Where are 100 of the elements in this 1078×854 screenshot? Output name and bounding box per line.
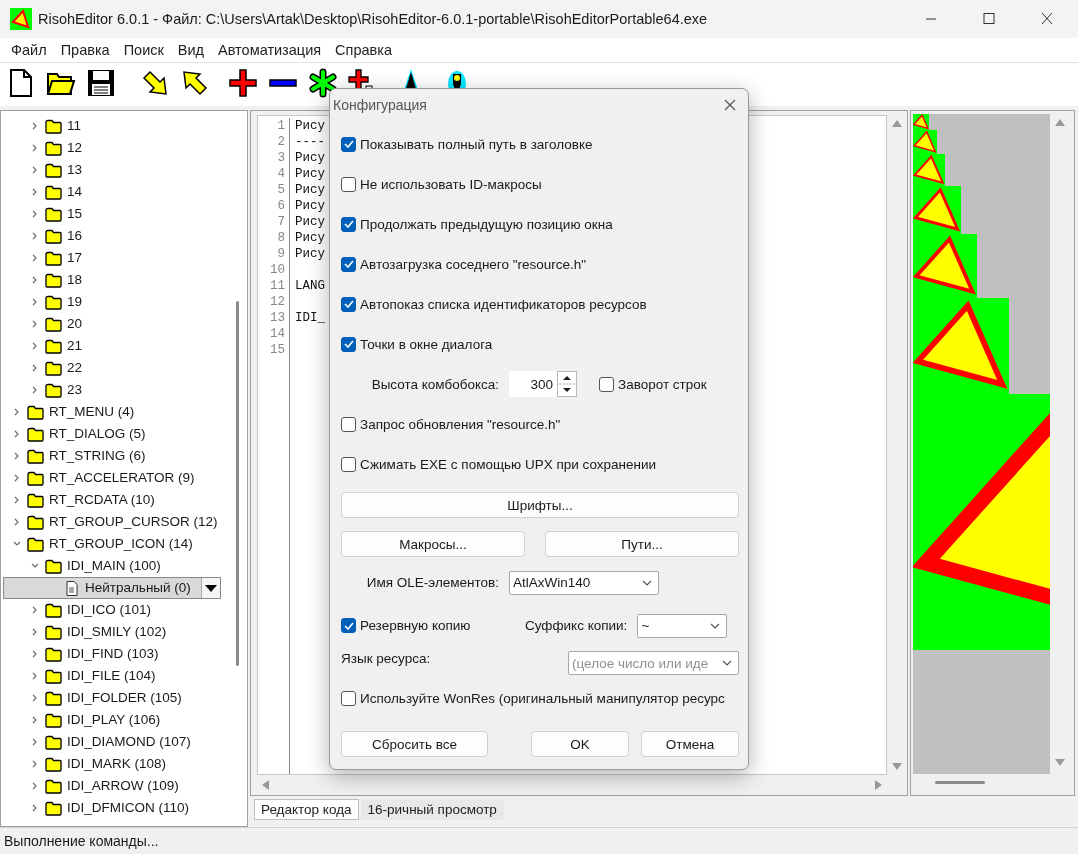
dialog-button[interactable]: OK: [531, 731, 629, 757]
folder-icon: [45, 756, 62, 772]
tree-item[interactable]: IDI_ICO (101): [3, 599, 221, 621]
tree-item[interactable]: 11: [3, 115, 221, 137]
tree-item[interactable]: IDI_ARROW (109): [3, 775, 221, 797]
line-number: 11: [270, 278, 285, 294]
tree-item[interactable]: IDI_FIND (103): [3, 643, 221, 665]
tree-item[interactable]: 16: [3, 225, 221, 247]
number-field[interactable]: 300: [509, 371, 557, 397]
field-label: Суффикс копии:: [525, 618, 628, 633]
menu-item[interactable]: Автоматизация: [211, 42, 329, 58]
asterisk-icon[interactable]: [308, 68, 338, 98]
tree-item[interactable]: 13: [3, 159, 221, 181]
checkbox[interactable]: [599, 376, 614, 392]
checkbox[interactable]: [341, 690, 356, 706]
folder-icon: [45, 646, 62, 662]
tree-item[interactable]: IDI_FOLDER (105): [3, 687, 221, 709]
checkbox[interactable]: [341, 618, 356, 633]
checkbox-label: Резервную копию: [360, 618, 472, 633]
code-line: Рису: [295, 166, 325, 182]
checkbox[interactable]: [341, 336, 356, 352]
checkbox[interactable]: [341, 456, 356, 472]
close-icon[interactable]: [724, 99, 736, 111]
menu-item[interactable]: Вид: [170, 42, 212, 58]
folder-icon: [45, 140, 62, 156]
code-line: Рису: [295, 150, 325, 166]
tree-item[interactable]: IDI_SMILY (102): [3, 621, 221, 643]
checkbox-label: Запрос обновления "resource.h": [360, 416, 561, 432]
line-number: 14: [270, 326, 285, 342]
menu-item[interactable]: Справка: [328, 42, 399, 58]
checkbox-label: Автопоказ списка идентификаторов ресурсов: [360, 296, 647, 312]
checkbox[interactable]: [341, 136, 356, 152]
tree-item[interactable]: RT_DIALOG (5): [3, 423, 221, 445]
tree-item[interactable]: IDI_MAIN (100): [3, 555, 221, 577]
arrow-up-left-icon[interactable]: [180, 68, 210, 98]
tree-item[interactable]: 20: [3, 313, 221, 335]
checkbox-label: Точки в окне диалога: [360, 336, 493, 352]
tree-item[interactable]: IDI_DFMICON (110): [3, 797, 221, 819]
tree-item[interactable]: IDI_DIAMOND (107): [3, 731, 221, 753]
dropdown-caret-icon[interactable]: [201, 578, 220, 598]
tree-item[interactable]: 23: [3, 379, 221, 401]
tree-item[interactable]: 12: [3, 137, 221, 159]
menu-item[interactable]: Файл: [4, 42, 54, 58]
save-icon[interactable]: [86, 68, 116, 98]
checkbox[interactable]: [341, 256, 356, 272]
tree-item[interactable]: RT_MENU (4): [3, 401, 221, 423]
tree-item[interactable]: 17: [3, 247, 221, 269]
tree-item[interactable]: RT_RCDATA (10): [3, 489, 221, 511]
tree-item[interactable]: 15: [3, 203, 221, 225]
folder-icon: [45, 118, 62, 134]
checkbox[interactable]: [341, 296, 356, 312]
tree-item[interactable]: IDI_FILE (104): [3, 665, 221, 687]
tree-item[interactable]: RT_STRING (6): [3, 445, 221, 467]
tree-item[interactable]: Нейтральный (0): [3, 577, 221, 599]
line-number: 12: [270, 294, 285, 310]
tree-item[interactable]: IDI_MARK (108): [3, 753, 221, 775]
tree-item[interactable]: RT_GROUP_ICON (14): [3, 533, 221, 555]
dialog-button[interactable]: Отмена: [641, 731, 739, 757]
folder-icon: [45, 690, 62, 706]
tab[interactable]: Редактор кода: [254, 799, 359, 820]
tree-item[interactable]: IDI_PLAY (106): [3, 709, 221, 731]
line-number: 8: [277, 230, 285, 246]
dialog-button[interactable]: Пути...: [545, 531, 739, 557]
tab[interactable]: 16-ричный просмотр: [360, 799, 504, 820]
plus-icon[interactable]: [228, 68, 258, 98]
tree-item[interactable]: 21: [3, 335, 221, 357]
dropdown[interactable]: ~: [637, 613, 728, 638]
tree-item[interactable]: 14: [3, 181, 221, 203]
tree-item[interactable]: 18: [3, 269, 221, 291]
checkbox-label: Показывать полный путь в заголовке: [360, 136, 593, 152]
tree-item[interactable]: 22: [3, 357, 221, 379]
line-number: 9: [277, 246, 285, 262]
scrollbar-thumb[interactable]: [235, 301, 239, 666]
checkbox[interactable]: [341, 216, 356, 232]
menu-item[interactable]: Поиск: [116, 42, 171, 58]
scrollbar-thumb[interactable]: [935, 781, 985, 784]
checkbox[interactable]: [341, 416, 356, 432]
fonts-button[interactable]: Шрифты...: [341, 492, 739, 518]
tree-item[interactable]: 19: [3, 291, 221, 313]
code-line: Рису: [295, 246, 325, 262]
arrow-down-right-icon[interactable]: [140, 68, 170, 98]
line-number: 3: [277, 150, 285, 166]
status-text: Выполнение команды...: [4, 833, 159, 849]
dialog-button[interactable]: Макросы...: [341, 531, 525, 557]
code-line: IDI_: [295, 310, 325, 326]
line-number: 7: [277, 214, 285, 230]
tree-item[interactable]: RT_GROUP_CURSOR (12): [3, 511, 221, 533]
folder-icon: [45, 382, 62, 398]
folder-icon: [27, 492, 44, 508]
code-line: Рису: [295, 182, 325, 198]
caret-icon: [710, 622, 721, 629]
tree-item[interactable]: RT_ACCELERATOR (9): [3, 467, 221, 489]
checkbox[interactable]: [341, 176, 356, 192]
dialog-button[interactable]: Сбросить все: [341, 731, 488, 757]
checkbox-label: Продолжать предыдущую позицию окна: [360, 216, 613, 232]
menu-item[interactable]: Правка: [53, 42, 117, 58]
spin-arrows-icon[interactable]: [557, 371, 577, 397]
dropdown[interactable]: AtlAxWin140: [509, 570, 659, 595]
folder-icon: [45, 272, 62, 288]
code-line: Рису: [295, 198, 325, 214]
